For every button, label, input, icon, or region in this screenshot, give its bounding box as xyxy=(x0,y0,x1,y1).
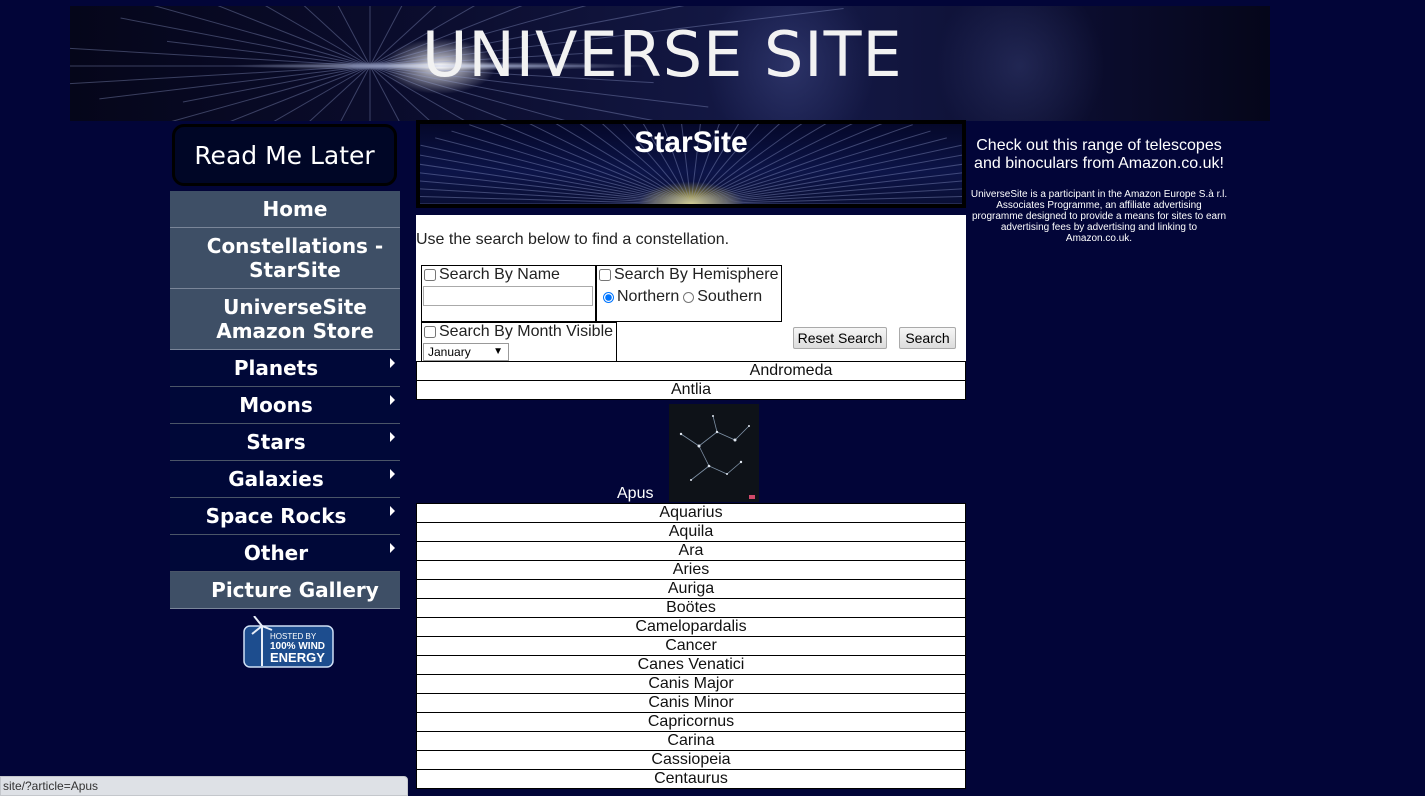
wind-energy-badge[interactable]: HOSTED BY 100% WIND ENERGY xyxy=(236,615,334,668)
sidebar-item-universesite-amazon-store[interactable]: UniverseSite Amazon Store xyxy=(170,289,400,350)
constellation-row-hovered[interactable]: Apus xyxy=(416,400,966,503)
search-by-name-checkbox[interactable] xyxy=(424,269,436,281)
sidebar-item-constellations-starsite[interactable]: Constellations - StarSite xyxy=(170,228,400,289)
southern-radio[interactable] xyxy=(683,291,695,303)
chevron-right-icon xyxy=(390,358,395,368)
sidebar-item-label: Planets xyxy=(233,356,319,380)
sidebar-item-planets[interactable]: Planets xyxy=(170,350,400,387)
search-by-hemisphere-checkbox[interactable] xyxy=(599,269,611,281)
browser-status-bar: site/?article=Apus xyxy=(0,776,408,796)
chevron-right-icon xyxy=(390,432,395,442)
search-panel: Use the search below to find a constella… xyxy=(416,215,966,379)
chevron-right-icon xyxy=(390,543,395,553)
search-by-name-label: Search By Name xyxy=(439,266,560,283)
amazon-promo-heading[interactable]: Check out this range of telescopes and b… xyxy=(970,137,1228,173)
search-by-hemisphere-box: Search By Hemisphere Northern Southern xyxy=(596,265,782,322)
constellation-row[interactable]: Carina xyxy=(416,732,966,751)
constellation-row[interactable]: Cancer xyxy=(416,637,966,656)
month-selected-value: January xyxy=(428,345,471,359)
constellation-map-thumbnail xyxy=(669,404,759,502)
constellation-row[interactable]: Boötes xyxy=(416,599,966,618)
search-by-name-option[interactable]: Search By Name xyxy=(422,266,595,284)
search-by-month-checkbox[interactable] xyxy=(424,326,436,338)
constellation-row[interactable]: Cassiopeia xyxy=(416,751,966,770)
search-button[interactable]: Search xyxy=(899,327,956,349)
constellation-row[interactable]: Auriga xyxy=(416,580,966,599)
northern-label: Northern xyxy=(617,288,680,305)
southern-label: Southern xyxy=(697,288,763,305)
badge-line3: ENERGY xyxy=(270,650,325,665)
name-search-input[interactable] xyxy=(423,286,593,306)
constellation-row[interactable]: Aquila xyxy=(416,523,966,542)
chevron-right-icon xyxy=(390,395,395,405)
search-by-month-option[interactable]: Search By Month Visible xyxy=(422,323,616,341)
constellation-row[interactable]: Canis Major xyxy=(416,675,966,694)
sidebar-nav: Home Constellations - StarSite UniverseSit… xyxy=(170,191,400,609)
chevron-right-icon xyxy=(390,506,395,516)
constellation-row[interactable]: Canes Venatici xyxy=(416,656,966,675)
sidebar-item-label: Space Rocks xyxy=(205,504,347,528)
chevron-right-icon xyxy=(390,469,395,479)
sidebar-item-label: Stars xyxy=(246,430,306,454)
constellation-row[interactable]: Centaurus xyxy=(416,770,966,789)
sidebar-item-label: Moons xyxy=(239,393,313,417)
sidebar-item-stars[interactable]: Stars xyxy=(170,424,400,461)
sidebar-item-label: Home xyxy=(262,197,328,221)
constellation-row[interactable]: Canis Minor xyxy=(416,694,966,713)
banner-title: UNIVERSE SITE xyxy=(422,18,903,91)
sidebar-item-picture-gallery[interactable]: Picture Gallery xyxy=(170,572,400,609)
constellation-row[interactable]: Aries xyxy=(416,561,966,580)
sidebar-item-label: Galaxies xyxy=(228,467,324,491)
sidebar-item-galaxies[interactable]: Galaxies xyxy=(170,461,400,498)
sidebar-item-label: UniverseSite Amazon Store xyxy=(216,295,374,343)
constellation-row[interactable]: Aquarius xyxy=(416,503,966,523)
constellation-row[interactable]: Ara xyxy=(416,542,966,561)
search-by-month-label: Search By Month Visible xyxy=(439,323,614,340)
sidebar-item-space-rocks[interactable]: Space Rocks xyxy=(170,498,400,535)
northern-radio[interactable] xyxy=(603,291,614,303)
month-select[interactable]: January ▼ xyxy=(423,343,509,361)
sidebar-item-other[interactable]: Other xyxy=(170,535,400,572)
sidebar-item-label: Other xyxy=(243,541,309,565)
search-by-name-box: Search By Name xyxy=(421,265,596,322)
site-banner[interactable]: UNIVERSE SITE xyxy=(70,6,1270,121)
sidebar-item-home[interactable]: Home xyxy=(170,191,400,228)
reset-search-button[interactable]: Reset Search xyxy=(793,327,887,349)
constellation-row[interactable]: Capricornus xyxy=(416,713,966,732)
chevron-down-icon: ▼ xyxy=(493,346,503,357)
badge-line1: HOSTED BY xyxy=(270,632,317,641)
amazon-affiliate-disclaimer: UniverseSite is a participant in the Ama… xyxy=(970,189,1228,244)
constellation-row[interactable]: Andromeda xyxy=(416,361,966,381)
page-title: StarSite xyxy=(634,126,748,159)
constellation-hovered-label: Apus xyxy=(617,485,654,502)
constellation-list: Andromeda Antlia Apus Aquarius Aquila Ara Arie… xyxy=(416,361,966,789)
search-by-hemisphere-option[interactable]: Search By Hemisphere xyxy=(597,266,781,284)
intro-text: Use the search below to find a constella… xyxy=(416,231,730,248)
starsite-header: StarSite xyxy=(416,120,966,208)
search-by-hemisphere-label: Search By Hemisphere xyxy=(614,266,779,283)
constellation-row[interactable]: Antlia xyxy=(416,381,966,400)
sidebar-item-label: Picture Gallery xyxy=(211,578,379,602)
sidebar-item-moons[interactable]: Moons xyxy=(170,387,400,424)
read-me-later-button[interactable]: Read Me Later xyxy=(172,124,397,186)
sidebar-item-label: Constellations - StarSite xyxy=(206,234,384,282)
constellation-row[interactable]: Camelopardalis xyxy=(416,618,966,637)
